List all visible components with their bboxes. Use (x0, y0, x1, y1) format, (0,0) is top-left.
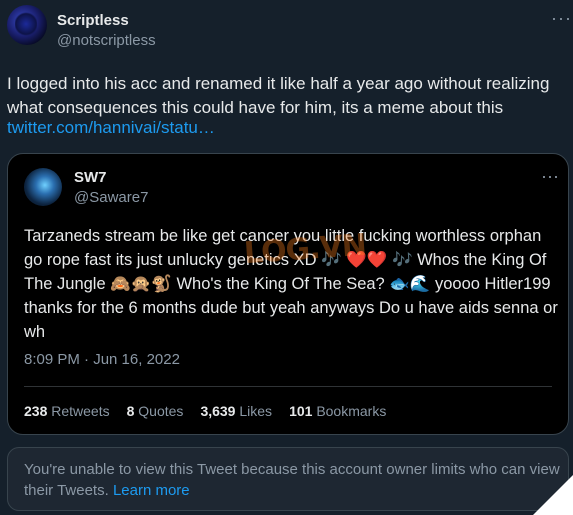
quoted-timestamp[interactable]: 8:09 PM · Jun 16, 2022 (24, 351, 180, 368)
bookmarks-count: 101 (289, 403, 313, 419)
notice-text: You're unable to view this Tweet because… (24, 461, 560, 499)
retweets-count: 238 (24, 403, 48, 419)
retweets-stat[interactable]: 238 Retweets (24, 403, 110, 419)
quotes-label: Quotes (138, 403, 184, 419)
more-options-icon[interactable]: ··· (551, 8, 572, 29)
quotes-stat[interactable]: 8 Quotes (127, 403, 184, 419)
quoted-stats: 238 Retweets 8 Quotes 3,639 Likes 101 Bo… (24, 403, 386, 419)
author-avatar[interactable] (7, 5, 47, 45)
author-handle[interactable]: @notscriptless (57, 32, 156, 49)
quoted-tweet[interactable]: SW7 @Saware7 ··· Tarzaneds stream be lik… (7, 153, 569, 435)
page-corner-fold (533, 475, 573, 515)
unavailable-tweet-notice: You're unable to view this Tweet because… (7, 447, 569, 511)
likes-count: 3,639 (200, 403, 236, 419)
learn-more-link[interactable]: Learn more (113, 482, 190, 499)
bookmarks-stat[interactable]: 101 Bookmarks (289, 403, 386, 419)
likes-label: Likes (239, 403, 273, 419)
tweet-link[interactable]: twitter.com/hannivai/statu… (7, 118, 215, 138)
quotes-count: 8 (126, 403, 135, 419)
quoted-author-display-name[interactable]: SW7 (74, 169, 107, 186)
quoted-more-options-icon[interactable]: ··· (541, 166, 559, 187)
tweet-text: I logged into his acc and renamed it lik… (7, 74, 550, 117)
likes-stat[interactable]: 3,639 Likes (200, 403, 272, 419)
bookmarks-label: Bookmarks (316, 403, 387, 419)
quoted-divider (24, 386, 552, 387)
quoted-author-handle[interactable]: @Saware7 (74, 189, 148, 206)
quoted-author-avatar[interactable] (24, 168, 62, 206)
retweets-label: Retweets (51, 403, 110, 419)
author-display-name[interactable]: Scriptless (57, 12, 129, 29)
